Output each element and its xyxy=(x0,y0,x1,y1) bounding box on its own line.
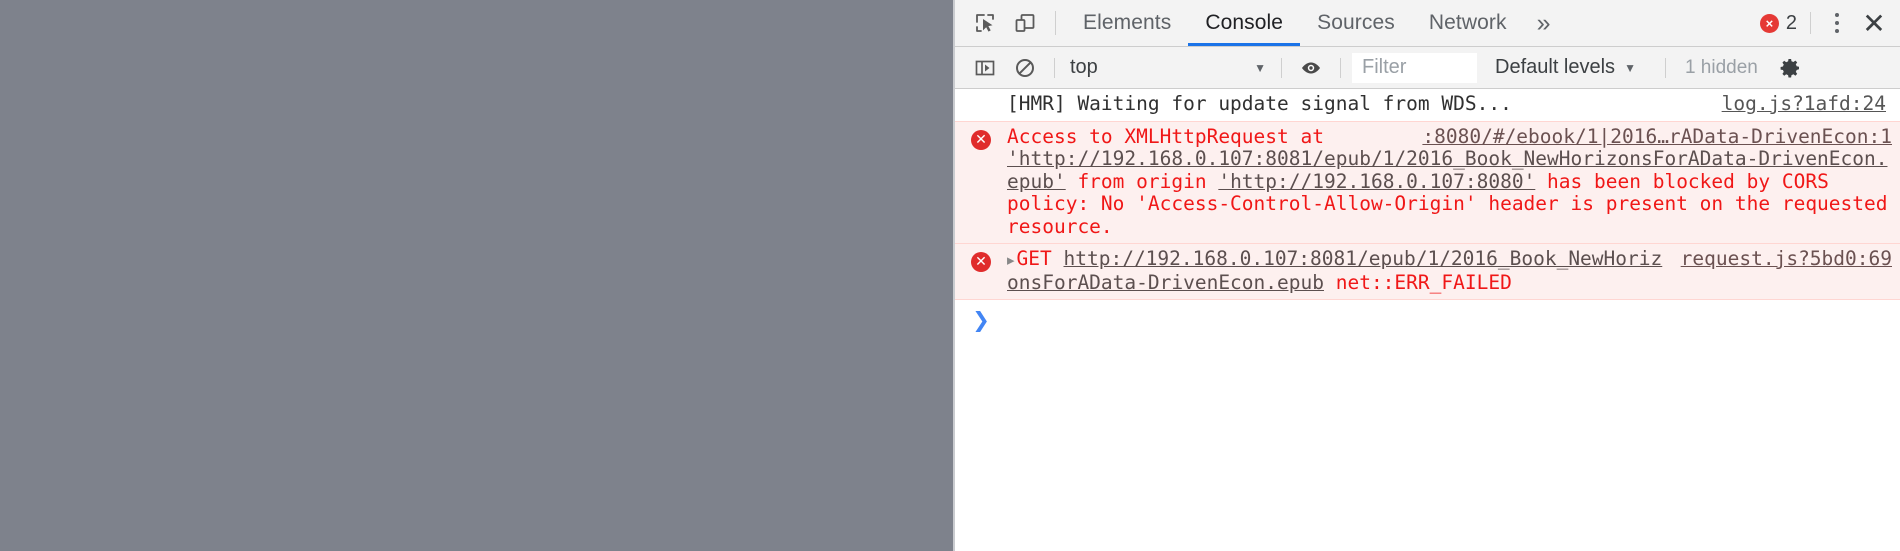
error-icon: ✕ xyxy=(955,126,1007,150)
filterbar-divider-4 xyxy=(1664,57,1666,78)
chevron-down-icon: ▼ xyxy=(1624,60,1636,75)
message-body: ▸ GET http://192.168.0.107:8081/epub/1/20… xyxy=(1007,247,1900,294)
message-icon-spacer xyxy=(955,93,1007,97)
page-viewport[interactable] xyxy=(0,0,955,551)
prompt-chevron-icon: ❯ xyxy=(972,308,990,332)
error-mark-glyph: ✕ xyxy=(971,252,991,272)
more-tabs-glyph: » xyxy=(1536,8,1551,37)
message-first-line: Access to XMLHttpRequest at ​:8080/#/ebo… xyxy=(1007,124,1892,149)
toolbar-divider xyxy=(1055,11,1056,35)
clear-console-icon[interactable] xyxy=(1005,57,1045,79)
source-link-label: log.js?1afd:24 xyxy=(1721,92,1886,115)
message-body: [HMR] Waiting for update signal from WDS… xyxy=(1007,92,1722,116)
hidden-messages-label: 1 hidden xyxy=(1684,56,1758,78)
kebab-menu-icon[interactable] xyxy=(1820,0,1854,46)
log-levels-select[interactable]: Default levels ▼ xyxy=(1477,56,1656,79)
error-mark-glyph: ✕ xyxy=(971,129,991,150)
tab-sources[interactable]: Sources xyxy=(1300,0,1412,46)
gear-icon[interactable] xyxy=(1770,56,1810,80)
chevron-down-icon: ▼ xyxy=(1254,60,1266,75)
message-segment-text-2: from origin xyxy=(1065,169,1219,193)
console-message-error-request[interactable]: ✕ ▸ GET http://192.168.0.107:8081/epub/1/… xyxy=(955,243,1900,300)
message-url-2[interactable]: 'http://192.168.0.107:8080' xyxy=(1218,170,1535,193)
error-count-label: 2 xyxy=(1785,11,1797,34)
message-text: Access to XMLHttpRequest at xyxy=(1007,124,1336,149)
kebab-dot xyxy=(1835,13,1839,17)
filter-input[interactable]: Filter xyxy=(1352,52,1477,83)
message-text-rest: 'http://192.168.0.107:8081/epub/1/2016_B… xyxy=(1007,147,1899,238)
live-expression-icon[interactable] xyxy=(1291,57,1331,79)
devtools-tabstrip: Elements Console Sources Network » × 2 ✕ xyxy=(955,0,1900,47)
message-text: ▸ GET http://192.168.0.107:8081/epub/1/20… xyxy=(1007,247,1671,294)
tab-network[interactable]: Network xyxy=(1412,0,1524,46)
panel-tabs: Elements Console Sources Network » xyxy=(1066,0,1563,46)
console-filterbar: top ▼ Filter Default levels ▼ 1 hidden xyxy=(955,47,1900,89)
console-messages[interactable]: [HMR] Waiting for update signal from WDS… xyxy=(955,89,1900,551)
error-count-badge[interactable]: × 2 xyxy=(1759,0,1801,46)
message-text: [HMR] Waiting for update signal from WDS… xyxy=(1007,92,1512,115)
console-sidebar-icon[interactable] xyxy=(965,57,1005,79)
hidden-messages-count[interactable]: 1 hidden xyxy=(1675,57,1770,79)
filterbar-divider-1 xyxy=(1054,57,1055,78)
message-segment-text: Access to XMLHttpRequest at xyxy=(1007,124,1336,148)
console-prompt[interactable]: ❯ xyxy=(955,300,1900,331)
toolbar-divider-right xyxy=(1810,12,1811,34)
message-segment-text-2: net::ERR_FAILED xyxy=(1323,270,1512,294)
message-source-link[interactable]: log.js?1afd:24 xyxy=(1721,92,1900,116)
close-glyph: ✕ xyxy=(1862,6,1886,40)
console-message-info[interactable]: [HMR] Waiting for update signal from WDS… xyxy=(955,89,1900,122)
message-first-line: ▸ GET http://192.168.0.107:8081/epub/1/20… xyxy=(1007,247,1892,294)
log-levels-label: Default levels xyxy=(1495,56,1616,78)
tab-sources-label: Sources xyxy=(1317,11,1395,34)
device-toolbar-icon[interactable] xyxy=(1005,0,1045,46)
tab-network-label: Network xyxy=(1428,11,1507,34)
source-link-label[interactable]: request.js?5bd0:69 xyxy=(1681,247,1892,271)
message-segment-text: GET xyxy=(1016,247,1064,270)
filter-placeholder: Filter xyxy=(1362,56,1407,78)
close-icon[interactable]: ✕ xyxy=(1854,0,1894,46)
filterbar-divider-3 xyxy=(1340,57,1341,78)
inspect-element-icon[interactable] xyxy=(965,0,1005,46)
tabstrip-spacer xyxy=(1563,0,1759,46)
error-badge-icon: × xyxy=(1759,13,1779,33)
tab-console[interactable]: Console xyxy=(1188,0,1300,46)
tab-console-label: Console xyxy=(1205,11,1284,34)
browser-window: Elements Console Sources Network » × 2 ✕… xyxy=(0,0,1900,551)
devtools-panel: Elements Console Sources Network » × 2 ✕… xyxy=(955,0,1900,551)
kebab-dot xyxy=(1835,21,1839,25)
execution-context-select[interactable]: top ▼ xyxy=(1064,56,1272,79)
tab-elements[interactable]: Elements xyxy=(1066,0,1188,46)
source-link-label[interactable]: ​:8080/#/ebook/1|2016…rAData-DrivenEcon:… xyxy=(1422,125,1892,149)
error-icon: ✕ xyxy=(955,248,1007,272)
execution-context-label: top xyxy=(1070,56,1098,78)
filterbar-divider-2 xyxy=(1281,57,1282,78)
more-tabs-icon[interactable]: » xyxy=(1524,0,1564,46)
expand-triangle-icon[interactable]: ▸ xyxy=(1007,249,1015,272)
console-message-error-cors[interactable]: ✕ Access to XMLHttpRequest at ​:8080/#/e… xyxy=(955,120,1900,244)
tab-elements-label: Elements xyxy=(1083,11,1172,34)
message-body: Access to XMLHttpRequest at ​:8080/#/ebo… xyxy=(1007,124,1900,239)
kebab-dot xyxy=(1835,29,1839,33)
